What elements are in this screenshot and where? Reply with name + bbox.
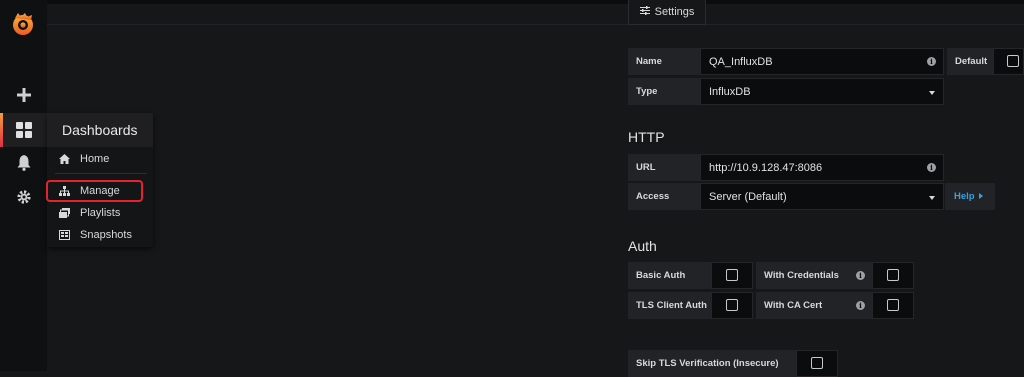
auth-heading: Auth <box>628 238 657 254</box>
playlist-icon <box>58 208 71 218</box>
sidebar <box>0 0 47 371</box>
help-label: Help <box>954 191 975 202</box>
with-credentials-cell <box>872 262 914 289</box>
tab-underline <box>47 24 628 25</box>
tls-client-auth-cell <box>711 292 753 319</box>
manage-highlight-box <box>46 180 143 202</box>
menu-item-label: Playlists <box>80 207 121 219</box>
type-value: InfluxDB <box>709 85 751 98</box>
url-field[interactable]: http://10.9.128.47:8086 i <box>700 154 944 181</box>
skip-tls-label: Skip TLS Verification (Insecure) <box>628 350 796 377</box>
with-ca-cert-label: With CA Cert i <box>756 292 872 319</box>
bell-icon[interactable] <box>12 151 36 175</box>
with-credentials-checkbox[interactable] <box>887 269 899 281</box>
grafana-logo-icon[interactable] <box>9 10 37 38</box>
skip-tls-checkbox[interactable] <box>811 357 823 369</box>
tls-client-auth-checkbox[interactable] <box>726 299 738 311</box>
menu-item-playlists[interactable]: Playlists <box>55 203 147 223</box>
url-label: URL <box>628 154 700 181</box>
menu-item-home[interactable]: Home <box>55 149 147 169</box>
default-checkbox[interactable] <box>1007 55 1019 67</box>
access-value: Server (Default) <box>709 190 787 203</box>
snapshot-icon <box>58 230 71 240</box>
default-checkbox-cell <box>993 48 1024 75</box>
dashboards-grid-icon[interactable] <box>12 118 36 142</box>
basic-auth-label: Basic Auth <box>628 262 711 289</box>
access-select[interactable]: Server (Default) <box>700 183 944 210</box>
type-select[interactable]: InfluxDB <box>700 78 944 105</box>
skip-tls-cell <box>796 350 838 377</box>
basic-auth-cell <box>711 262 753 289</box>
info-icon[interactable]: i <box>927 57 936 66</box>
chevron-down-icon <box>929 91 935 95</box>
tab-settings[interactable]: Settings <box>628 0 706 25</box>
help-button[interactable]: Help <box>945 183 995 210</box>
name-value: QA_InfluxDB <box>709 55 773 68</box>
menu-divider <box>55 173 147 174</box>
gear-icon[interactable] <box>12 185 36 209</box>
info-icon[interactable]: i <box>927 163 936 172</box>
info-icon[interactable]: i <box>856 271 865 280</box>
menu-item-label: Home <box>80 153 110 165</box>
caret-right-icon <box>978 191 983 202</box>
sliders-icon <box>639 6 650 18</box>
default-label: Default <box>947 48 993 75</box>
with-credentials-text: With Credentials <box>764 270 839 281</box>
access-label: Access <box>628 183 700 210</box>
menu-item-snapshots[interactable]: Snapshots <box>55 225 147 245</box>
active-indicator <box>0 113 3 147</box>
http-heading: HTTP <box>628 129 665 145</box>
tls-client-auth-label: TLS Client Auth <box>628 292 711 319</box>
url-value: http://10.9.128.47:8086 <box>709 161 823 174</box>
type-label: Type <box>628 78 700 105</box>
plus-icon[interactable] <box>12 83 36 107</box>
with-ca-cert-text: With CA Cert <box>764 300 823 311</box>
name-label: Name <box>628 48 700 75</box>
menu-title: Dashboards <box>47 113 153 147</box>
info-icon[interactable]: i <box>856 301 865 310</box>
home-icon <box>58 154 71 164</box>
with-credentials-label: With Credentials i <box>756 262 872 289</box>
with-ca-cert-checkbox[interactable] <box>887 299 899 311</box>
name-field[interactable]: QA_InfluxDB i <box>700 48 944 75</box>
top-bar <box>0 0 1024 4</box>
basic-auth-checkbox[interactable] <box>726 269 738 281</box>
menu-item-label: Snapshots <box>80 229 132 241</box>
chevron-down-icon <box>929 196 935 200</box>
tab-underline <box>706 24 1024 25</box>
tab-label: Settings <box>654 6 695 18</box>
with-ca-cert-cell <box>872 292 914 319</box>
